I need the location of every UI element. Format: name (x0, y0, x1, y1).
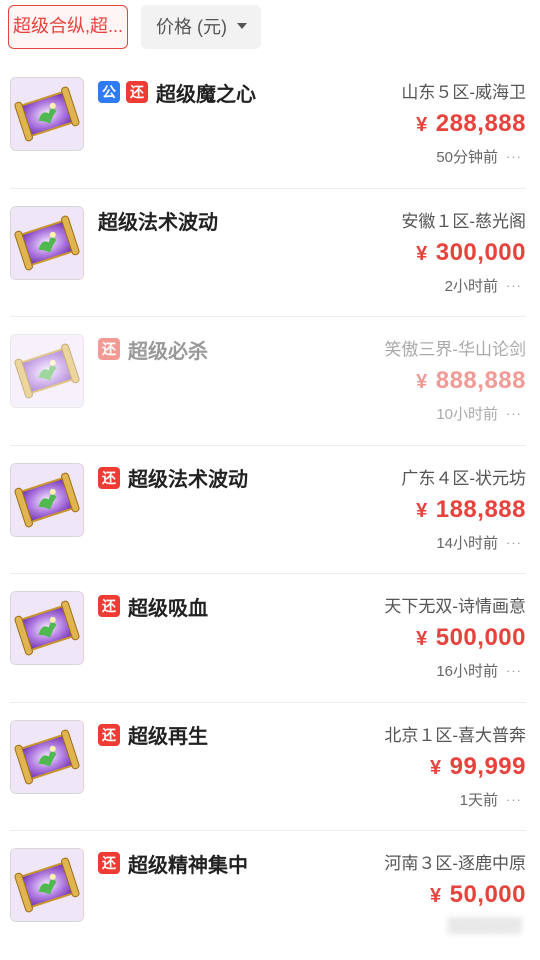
more-icon[interactable]: ··· (506, 663, 522, 678)
listed-time: 50分钟前 (436, 149, 498, 166)
item-title: 超级必杀 (128, 340, 208, 363)
item-price: ¥288,888 (416, 110, 526, 138)
item-price: ¥99,999 (430, 753, 526, 781)
item-price: ¥888,888 (416, 367, 526, 395)
listed-time: 14小时前 (436, 534, 498, 552)
list-item[interactable]: 公 还 超级魔之心 山东５区-威海卫 ¥288,888 50分钟前 ··· (10, 60, 526, 189)
listed-time: 1天前 (459, 791, 498, 809)
price-value: 288,888 (435, 110, 526, 137)
price-value: 99,999 (449, 752, 526, 780)
item-title: 超级精神集中 (128, 854, 248, 877)
return-badge: 还 (126, 81, 148, 103)
price-value: 300,000 (435, 238, 526, 266)
list-item[interactable]: 还 超级再生 北京１区-喜大普奔 ¥99,999 1天前 ··· (10, 703, 526, 831)
blurred-watermark: ▒▒▒▒▒▒▒ (447, 917, 522, 934)
scroll-icon (11, 849, 83, 921)
listed-time: 2小时前 (444, 277, 498, 295)
item-title: 超级法术波动 (128, 469, 248, 491)
scroll-icon (11, 592, 83, 664)
item-title: 超级法术波动 (98, 212, 218, 234)
server-name: 山东５区-威海卫 (401, 83, 526, 102)
currency-symbol: ¥ (416, 242, 428, 265)
item-thumbnail (10, 462, 84, 537)
scroll-icon (11, 335, 83, 407)
item-title: 超级吸血 (128, 597, 208, 620)
price-value: 188,888 (435, 495, 526, 523)
list-item[interactable]: 还 超级法术波动 广东４区-状元坊 ¥188,888 14小时前 ··· (10, 446, 526, 574)
item-thumbnail (10, 591, 84, 665)
list-item[interactable]: 超级法术波动 安徽１区-慈光阁 ¥300,000 2小时前 ··· (10, 189, 526, 317)
return-badge: 还 (98, 595, 120, 617)
server-name: 安徽１区-慈光阁 (401, 211, 526, 231)
item-price: ¥188,888 (416, 496, 526, 524)
search-filter-chip[interactable]: 超级合纵,超... (8, 5, 128, 49)
server-name: 广东４区-状元坊 (401, 468, 526, 488)
list-item[interactable]: 还 超级精神集中 河南３区-逐鹿中原 ¥50,000 ▒▒▒▒▒▒▒ (10, 831, 526, 960)
chevron-down-icon (237, 23, 247, 30)
item-price: ¥300,000 (416, 239, 526, 267)
more-icon[interactable]: ··· (506, 792, 522, 807)
list-item[interactable]: 还 超级必杀 笑傲三界-华山论剑 ¥888,888 10小时前 ··· (10, 317, 526, 446)
item-price: ¥500,000 (416, 624, 526, 652)
currency-symbol: ¥ (429, 885, 442, 907)
currency-symbol: ¥ (416, 499, 428, 522)
price-sort-dropdown[interactable]: 价格 (元) (141, 5, 261, 49)
listed-time: 10小时前 (436, 406, 498, 423)
price-value: 50,000 (449, 881, 526, 908)
currency-symbol: ¥ (429, 756, 442, 779)
more-icon[interactable]: ··· (506, 278, 522, 293)
item-title: 超级魔之心 (156, 83, 256, 106)
return-badge: 还 (98, 852, 120, 874)
more-icon[interactable]: ··· (506, 149, 522, 164)
price-value: 500,000 (435, 624, 526, 651)
listing-list: 公 还 超级魔之心 山东５区-威海卫 ¥288,888 50分钟前 ··· 超级法… (0, 60, 540, 960)
item-title: 超级再生 (128, 726, 208, 748)
return-badge: 还 (98, 338, 120, 360)
scroll-icon (11, 463, 83, 536)
currency-symbol: ¥ (416, 114, 428, 136)
filter-bar: 超级合纵,超... 价格 (元) (0, 0, 540, 60)
more-icon[interactable]: ··· (506, 535, 522, 550)
item-price: ¥50,000 (430, 881, 526, 909)
item-thumbnail (10, 205, 84, 280)
item-thumbnail (10, 77, 84, 151)
item-thumbnail (10, 334, 84, 408)
scroll-icon (11, 720, 83, 793)
return-badge: 还 (98, 466, 120, 489)
list-item[interactable]: 还 超级吸血 天下无双-诗情画意 ¥500,000 16小时前 ··· (10, 574, 526, 703)
server-name: 天下无双-诗情画意 (384, 597, 526, 616)
return-badge: 还 (98, 723, 120, 746)
currency-symbol: ¥ (416, 628, 428, 650)
listed-time: 16小时前 (436, 663, 498, 680)
item-thumbnail (10, 719, 84, 794)
scroll-icon (11, 206, 83, 279)
currency-symbol: ¥ (416, 371, 428, 393)
price-sort-label: 价格 (元) (156, 17, 227, 37)
item-thumbnail (10, 848, 84, 922)
price-value: 888,888 (435, 367, 526, 394)
server-name: 北京１区-喜大普奔 (384, 725, 526, 745)
server-name: 笑傲三界-华山论剑 (384, 340, 526, 359)
more-icon[interactable]: ··· (506, 406, 522, 421)
server-name: 河南３区-逐鹿中原 (384, 854, 526, 873)
public-badge: 公 (98, 81, 120, 103)
scroll-icon (11, 78, 83, 150)
